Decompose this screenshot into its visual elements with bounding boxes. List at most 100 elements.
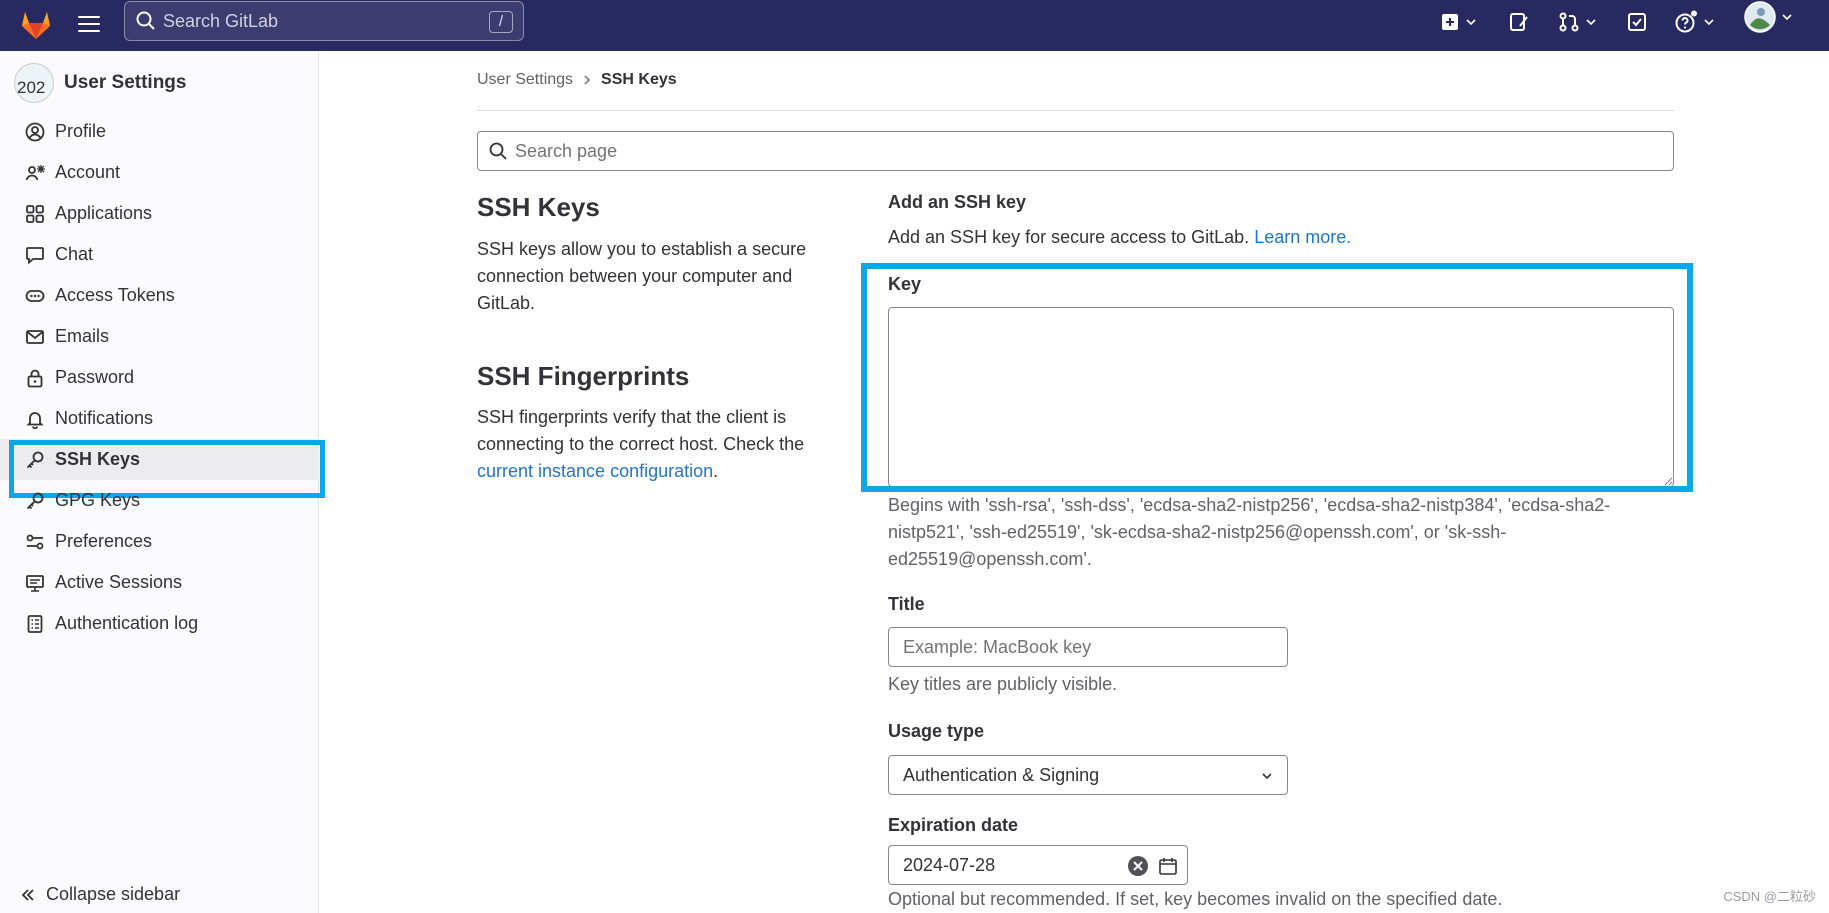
ssh-fingerprints-heading: SSH Fingerprints	[477, 361, 690, 391]
intro-text: Add an SSH key for secure access to GitL…	[888, 227, 1250, 247]
gitlab-search-input[interactable]: Search GitLab /	[124, 1, 524, 41]
gitlab-logo-icon[interactable]	[18, 6, 54, 42]
collapse-sidebar-button[interactable]: Collapse sidebar	[20, 884, 180, 905]
key-icon	[24, 449, 46, 471]
ssh-keys-heading: SSH Keys	[477, 192, 600, 222]
sidebar-item-label: Profile	[55, 121, 107, 141]
help-button[interactable]	[1674, 10, 1714, 34]
expiration-date-label: Expiration date	[888, 815, 1019, 835]
chevron-down-icon	[1586, 19, 1596, 26]
sidebar-item-applications[interactable]: Applications	[0, 193, 319, 234]
sidebar-item-label: Notifications	[55, 408, 154, 428]
expiration-date-input[interactable]: 2024-07-28	[888, 845, 1188, 885]
avatar: 202	[14, 63, 54, 103]
double-chevron-left-icon	[21, 888, 34, 901]
question-icon	[1675, 10, 1697, 33]
sidebar-header[interactable]: 202 User Settings	[14, 63, 186, 103]
key-label: Key	[888, 274, 922, 294]
sidebar-item-label: SSH Keys	[55, 449, 141, 469]
user-icon	[24, 121, 46, 143]
key-icon	[24, 490, 46, 512]
add-ssh-key-intro: Add an SSH key for secure access to GitL…	[888, 224, 1351, 251]
sidebar-item-label: Active Sessions	[55, 572, 183, 592]
sidebar-item-gpg-keys[interactable]: GPG Keys	[0, 480, 319, 521]
user-menu-button[interactable]	[1744, 1, 1792, 33]
sidebar-item-ssh-keys[interactable]: SSH Keys	[0, 439, 325, 498]
settings-sidebar: 202 User Settings Profile Account Applic…	[0, 51, 325, 913]
breadcrumb-user-settings[interactable]: User Settings	[477, 71, 573, 89]
search-icon	[136, 11, 155, 30]
sidebar-item-label: Account	[55, 162, 121, 182]
sidebar-item-label: Chat	[55, 244, 94, 264]
expiration-date-value: 2024-07-28	[903, 854, 996, 875]
watermark: CSDN @二粒砂	[1723, 889, 1816, 904]
sidebar-item-authentication-log[interactable]: Authentication log	[0, 603, 319, 644]
usage-type-value: Authentication & Signing	[903, 764, 1100, 785]
sidebar-item-label: Preferences	[55, 531, 153, 551]
bell-icon	[24, 408, 46, 430]
preferences-icon	[24, 531, 46, 553]
breadcrumb: User Settings SSH Keys	[477, 71, 677, 89]
sidebar-item-active-sessions[interactable]: Active Sessions	[0, 562, 319, 603]
issues-button[interactable]	[1508, 10, 1530, 34]
search-page-placeholder: Search page	[515, 140, 618, 161]
menu-icon[interactable]	[78, 11, 104, 37]
fingerprint-text: SSH fingerprints verify that the client …	[477, 407, 805, 454]
sidebar-item-chat[interactable]: Chat	[0, 234, 319, 275]
sidebar-item-notifications[interactable]: Notifications	[0, 398, 319, 439]
create-new-button[interactable]	[1440, 10, 1476, 34]
chevron-right-icon	[584, 75, 591, 85]
log-icon	[24, 613, 46, 635]
avatar-alt-text: 202	[17, 78, 46, 97]
key-textarea[interactable]	[888, 307, 1674, 487]
sidebar-item-label: Authentication log	[55, 613, 199, 633]
add-ssh-key-heading: Add an SSH key	[888, 192, 1027, 212]
sidebar-item-preferences[interactable]: Preferences	[0, 521, 319, 562]
chevron-down-icon	[1782, 14, 1792, 21]
search-page-input[interactable]: Search page	[477, 131, 1674, 171]
token-icon	[24, 285, 46, 307]
merge-requests-button[interactable]	[1558, 10, 1596, 34]
sidebar-item-profile[interactable]: Profile	[0, 111, 319, 152]
sidebar-item-label: Applications	[55, 203, 153, 223]
monitor-icon	[24, 572, 46, 594]
top-bar: Search GitLab /	[0, 0, 1829, 51]
mail-icon	[24, 326, 46, 348]
todo-checkbox-icon	[1628, 13, 1646, 31]
search-placeholder: Search GitLab	[163, 10, 279, 31]
sidebar-item-label: Password	[55, 367, 135, 387]
title-input[interactable]: Example: MacBook key	[888, 627, 1288, 667]
learn-more-link[interactable]: Learn more.	[1254, 227, 1351, 247]
instance-configuration-link[interactable]: current instance configuration	[477, 461, 713, 481]
expiration-help-text: Optional but recommended. If set, key be…	[888, 889, 1503, 909]
title-placeholder: Example: MacBook key	[903, 636, 1092, 657]
lock-icon	[24, 367, 46, 389]
chevron-down-icon	[1262, 773, 1272, 780]
search-shortcut-badge: /	[489, 11, 513, 33]
account-icon	[24, 162, 46, 184]
issues-icon	[1510, 13, 1528, 31]
sidebar-nav: Profile Account Applications Chat Access…	[0, 111, 325, 644]
clear-icon[interactable]	[1127, 855, 1149, 877]
chevron-down-icon	[1704, 19, 1714, 26]
applications-icon	[24, 203, 46, 225]
sidebar-item-access-tokens[interactable]: Access Tokens	[0, 275, 319, 316]
usage-type-select[interactable]: Authentication & Signing	[888, 755, 1288, 795]
todos-button[interactable]	[1626, 10, 1648, 34]
search-icon	[489, 142, 507, 160]
sidebar-item-password[interactable]: Password	[0, 357, 319, 398]
title-label: Title	[888, 594, 925, 614]
chat-icon	[24, 244, 46, 266]
sidebar-title: User Settings	[64, 72, 187, 93]
usage-type-label: Usage type	[888, 721, 985, 741]
sidebar-item-label: Emails	[55, 326, 110, 346]
chevron-down-icon	[1466, 19, 1476, 26]
plus-square-icon	[1442, 14, 1458, 30]
breadcrumb-divider	[477, 110, 1674, 111]
calendar-icon[interactable]	[1158, 856, 1178, 876]
sidebar-item-emails[interactable]: Emails	[0, 316, 319, 357]
merge-request-icon	[1559, 12, 1579, 32]
sidebar-item-account[interactable]: Account	[0, 152, 319, 193]
collapse-sidebar-label: Collapse sidebar	[46, 884, 181, 904]
breadcrumb-current[interactable]: SSH Keys	[601, 71, 677, 89]
